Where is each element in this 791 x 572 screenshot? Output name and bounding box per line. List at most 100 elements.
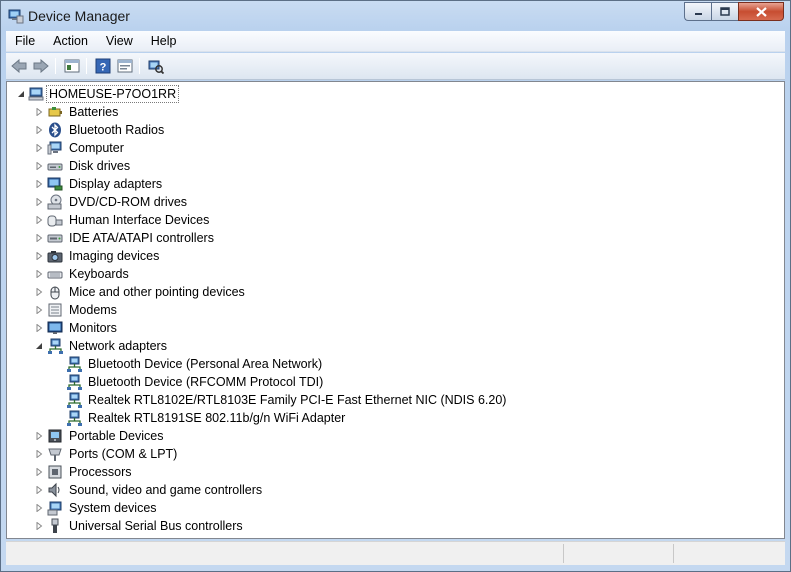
expand-arrow-icon[interactable] [35, 522, 43, 530]
menu-help[interactable]: Help [142, 34, 186, 48]
network-adapter-icon [67, 356, 82, 372]
tree-item-mice[interactable]: Mice and other pointing devices [7, 283, 784, 301]
ide-controller-icon [47, 234, 63, 243]
caption-buttons [684, 2, 784, 21]
disk-drive-icon [47, 163, 63, 171]
collapse-arrow-icon[interactable] [17, 90, 25, 98]
expand-arrow-icon[interactable] [35, 180, 43, 188]
network-adapter-icon [67, 392, 82, 408]
network-adapter-icon [67, 374, 82, 390]
back-icon [11, 59, 27, 73]
close-button[interactable] [738, 2, 784, 21]
menu-view[interactable]: View [97, 34, 142, 48]
tree-item-display-adapters[interactable]: Display adapters [7, 175, 784, 193]
tree-item-label: IDE ATA/ATAPI controllers [69, 231, 214, 245]
network-adapter-icon [48, 338, 63, 354]
tree-item-human-interface-devices[interactable]: Human Interface Devices [7, 211, 784, 229]
tree-item-label: Human Interface Devices [69, 213, 210, 227]
expand-arrow-icon[interactable] [35, 126, 43, 134]
tree-item-label: Computer [69, 141, 124, 155]
help-button[interactable]: ? [93, 57, 113, 75]
modem-icon [48, 303, 62, 317]
tree-item-bluetooth-radios[interactable]: Bluetooth Radios [7, 121, 784, 139]
tree-root-label: HOMEUSE-P7OO1RR [46, 85, 180, 103]
menu-action[interactable]: Action [44, 34, 97, 48]
tree-item-ide-controllers[interactable]: IDE ATA/ATAPI controllers [7, 229, 784, 247]
sound-icon [48, 482, 60, 498]
device-manager-window: Device Manager File Action View Help ? H… [0, 0, 791, 572]
status-cell [673, 544, 783, 563]
window-title: Device Manager [28, 8, 130, 24]
tree-item-monitors[interactable]: Monitors [7, 319, 784, 337]
tree-item-sound-video-game[interactable]: Sound, video and game controllers [7, 481, 784, 499]
expand-arrow-icon[interactable] [35, 198, 43, 206]
close-icon [755, 6, 767, 17]
console-tree-icon [64, 59, 80, 73]
forward-button[interactable] [31, 57, 51, 75]
tree-child-realtek-wifi[interactable]: Realtek RTL8191SE 802.11b/g/n WiFi Adapt… [7, 409, 784, 427]
expand-arrow-icon[interactable] [35, 144, 43, 152]
tree-item-ports[interactable]: Ports (COM & LPT) [7, 445, 784, 463]
tree-child-bt-rfcomm[interactable]: Bluetooth Device (RFCOMM Protocol TDI) [7, 373, 784, 391]
expand-arrow-icon[interactable] [35, 432, 43, 440]
tree-item-label: Modems [69, 303, 117, 317]
expand-arrow-icon[interactable] [35, 234, 43, 242]
expand-arrow-icon[interactable] [35, 288, 43, 296]
processor-icon [48, 465, 62, 479]
expand-arrow-icon[interactable] [35, 450, 43, 458]
maximize-button[interactable] [711, 2, 738, 21]
tree-item-label: System devices [69, 501, 157, 515]
expand-arrow-icon[interactable] [35, 486, 43, 494]
tree-item-keyboards[interactable]: Keyboards [7, 265, 784, 283]
status-cell [563, 544, 673, 563]
computer-icon [28, 87, 44, 101]
portable-device-icon [48, 429, 62, 443]
properties-button[interactable] [115, 57, 135, 75]
tree-item-label: Bluetooth Device (RFCOMM Protocol TDI) [88, 375, 324, 389]
expand-arrow-icon[interactable] [35, 162, 43, 170]
tree-root[interactable]: HOMEUSE-P7OO1RR [7, 85, 784, 103]
device-tree[interactable]: HOMEUSE-P7OO1RR Batteries Bluetooth Radi… [6, 81, 785, 539]
tree-item-label: Bluetooth Radios [69, 123, 165, 137]
tree-item-label: Processors [69, 465, 132, 479]
tree-item-system-devices[interactable]: System devices [7, 499, 784, 517]
tree-item-usb-controllers[interactable]: Universal Serial Bus controllers [7, 517, 784, 535]
usb-icon [51, 518, 59, 533]
tree-item-computer[interactable]: Computer [7, 139, 784, 157]
properties-view-icon [117, 59, 133, 73]
expand-arrow-icon[interactable] [35, 216, 43, 224]
status-bar [6, 541, 785, 565]
tree-item-batteries[interactable]: Batteries [7, 103, 784, 121]
expand-arrow-icon[interactable] [35, 108, 43, 116]
expand-arrow-icon[interactable] [35, 324, 43, 332]
tree-item-label: Ports (COM & LPT) [69, 447, 178, 461]
tree-item-label: Display adapters [69, 177, 163, 191]
console-tree-button[interactable] [62, 57, 82, 75]
expand-arrow-icon[interactable] [35, 270, 43, 278]
back-button[interactable] [9, 57, 29, 75]
expand-arrow-icon[interactable] [35, 504, 43, 512]
collapse-arrow-icon[interactable] [35, 342, 43, 350]
minimize-icon [694, 13, 702, 15]
tree-item-processors[interactable]: Processors [7, 463, 784, 481]
svg-text:?: ? [100, 62, 107, 74]
tree-item-disk-drives[interactable]: Disk drives [7, 157, 784, 175]
battery-icon [48, 107, 62, 117]
menu-file[interactable]: File [6, 34, 44, 48]
tree-item-network-adapters[interactable]: Network adapters [7, 337, 784, 355]
expand-arrow-icon[interactable] [35, 468, 43, 476]
tree-item-dvd-cd-rom-drives[interactable]: DVD/CD-ROM drives [7, 193, 784, 211]
expand-arrow-icon[interactable] [35, 306, 43, 314]
scan-hardware-button[interactable] [146, 57, 166, 75]
title-bar[interactable]: Device Manager [1, 1, 790, 31]
tree-child-realtek-ethernet[interactable]: Realtek RTL8102E/RTL8103E Family PCI-E F… [7, 391, 784, 409]
scan-hardware-icon [148, 60, 164, 74]
minimize-button[interactable] [684, 2, 711, 21]
network-adapter-icon [67, 410, 82, 426]
tree-item-portable-devices[interactable]: Portable Devices [7, 427, 784, 445]
expand-arrow-icon[interactable] [35, 252, 43, 260]
port-icon [48, 448, 62, 461]
tree-child-bt-pan[interactable]: Bluetooth Device (Personal Area Network) [7, 355, 784, 373]
tree-item-imaging-devices[interactable]: Imaging devices [7, 247, 784, 265]
tree-item-modems[interactable]: Modems [7, 301, 784, 319]
